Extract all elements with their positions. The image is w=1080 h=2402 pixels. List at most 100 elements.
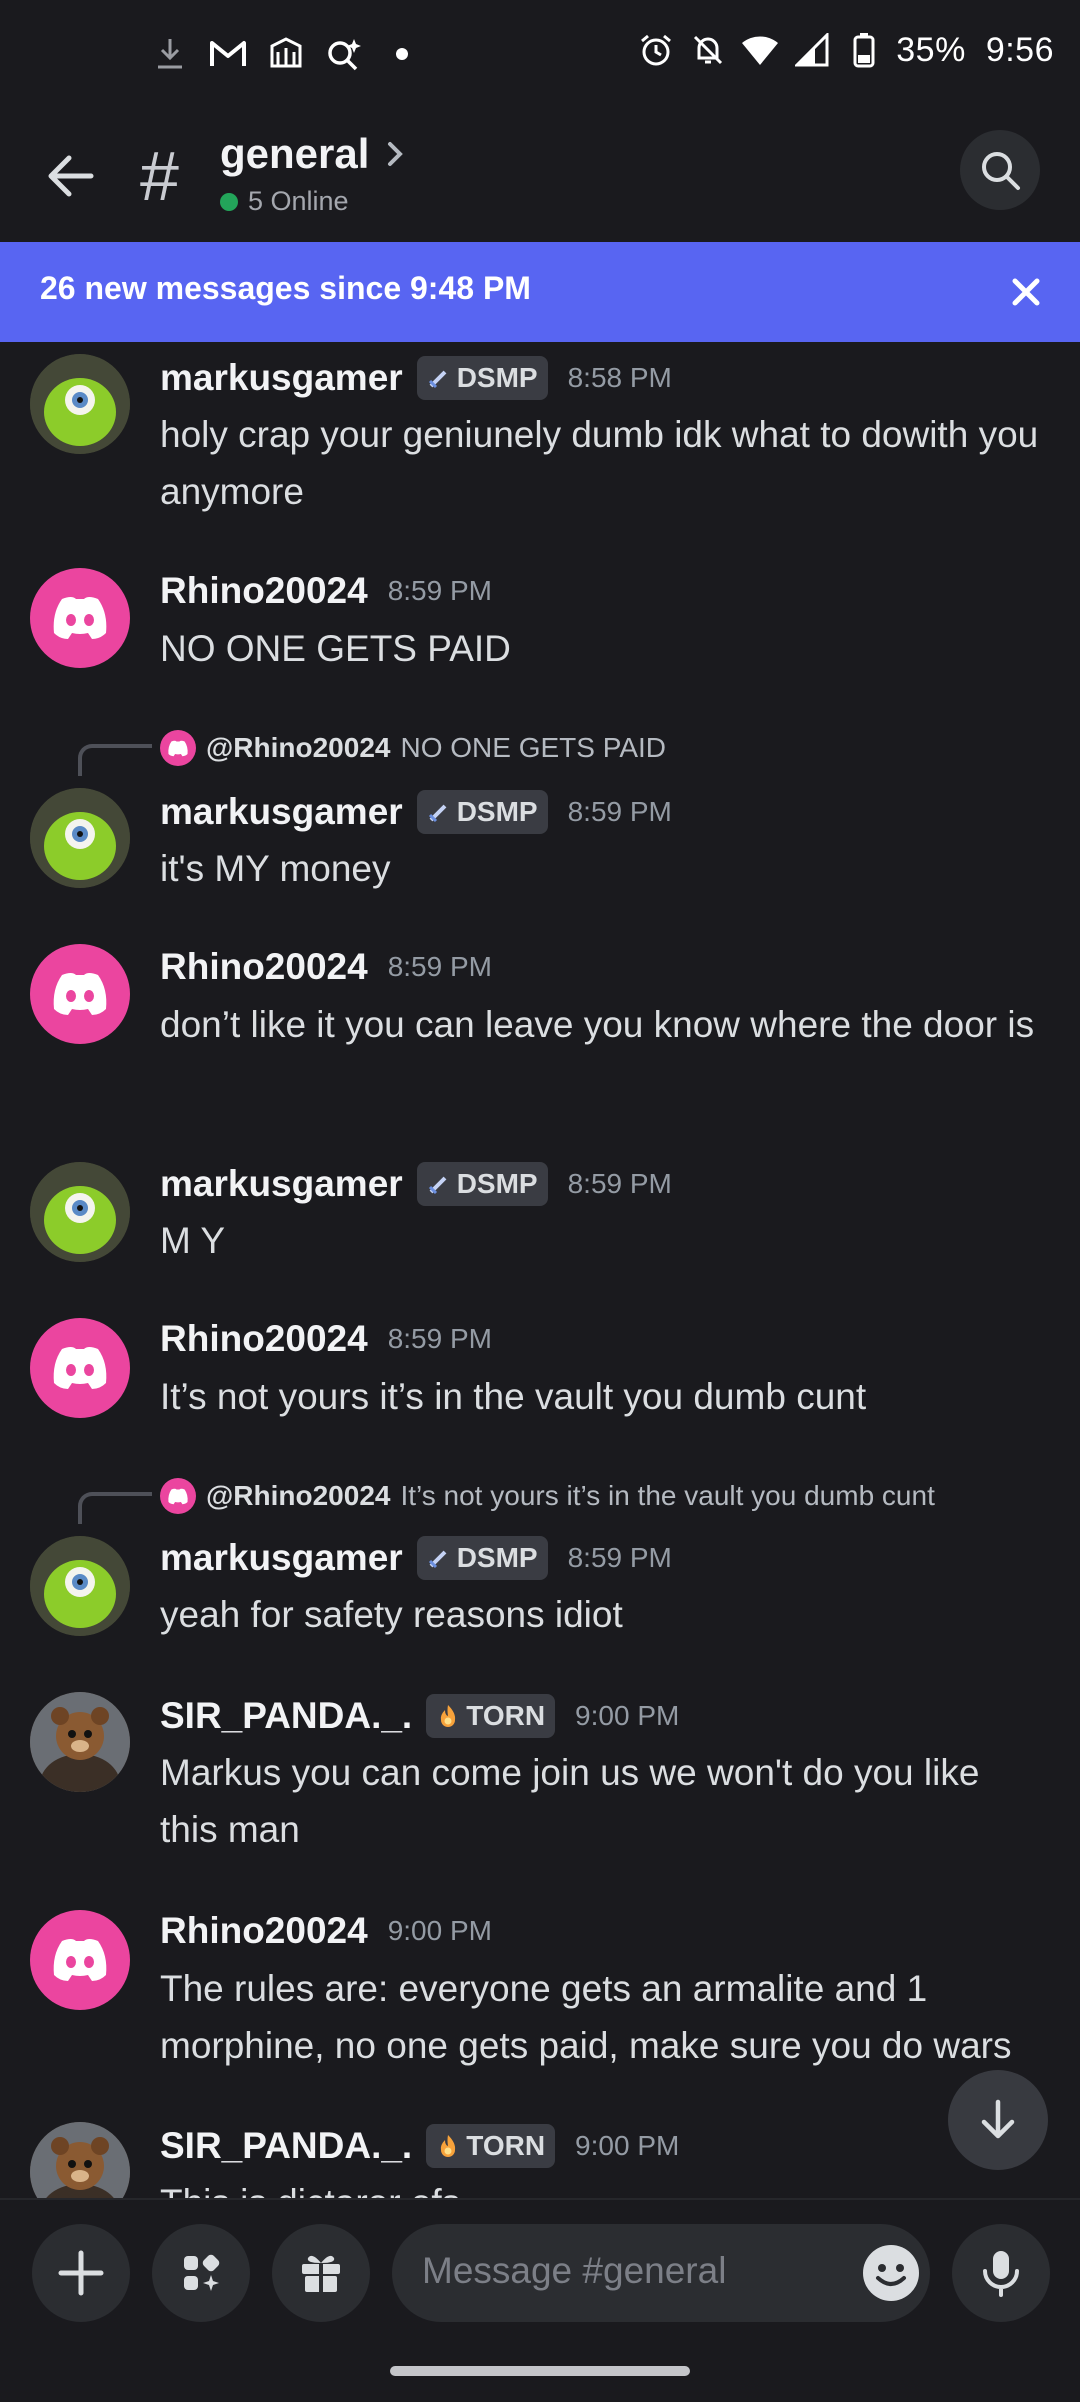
discord-logo-icon [53, 1347, 107, 1389]
arrow-down-icon [981, 2099, 1015, 2139]
avatar[interactable] [30, 2122, 130, 2198]
server-tag[interactable]: DSMP [416, 1162, 548, 1206]
reply-snippet: It’s not yours it’s in the vault you dum… [400, 1480, 935, 1511]
search-icon [982, 152, 1020, 190]
mute-icon [688, 30, 728, 70]
author-name[interactable]: SIR_PANDA._. [160, 2125, 412, 2167]
app-notification-icon [266, 34, 306, 74]
close-icon [1012, 278, 1040, 306]
reply-author[interactable]: @Rhino20024 [206, 732, 390, 764]
reply-reference[interactable]: @Rhino20024 It’s not yours it’s in the v… [160, 1478, 935, 1514]
server-tag[interactable]: TORN [426, 2124, 556, 2168]
message-content: It’s not yours it’s in the vault you dum… [160, 1376, 867, 1417]
more-dot-icon [382, 34, 422, 74]
avatar[interactable] [30, 1162, 130, 1262]
message-content: This is dictaror ofs [160, 2174, 1040, 2198]
message-header: SIR_PANDA._. TORN 9:00 PM [160, 2124, 679, 2168]
battery-icon [844, 30, 884, 70]
reply-author[interactable]: @Rhino20024 [206, 1480, 390, 1512]
reply-avatar [160, 1478, 196, 1514]
message-header: Rhino20024 9:00 PM [160, 1910, 492, 1952]
jump-to-latest-button[interactable] [948, 2070, 1048, 2170]
timestamp: 9:00 PM [387, 1915, 492, 1946]
message-header: markusgamer DSMP 8:59 PM [160, 1162, 672, 1206]
server-tag[interactable]: DSMP [416, 790, 548, 834]
emoji-button[interactable] [854, 2236, 928, 2310]
apps-icon [184, 2254, 220, 2291]
reply-reference[interactable]: @Rhino20024 NO ONE GETS PAID [160, 730, 666, 766]
notification-icons [150, 34, 422, 74]
back-button[interactable] [40, 146, 100, 206]
search-button[interactable] [960, 130, 1040, 210]
discord-logo-icon [53, 973, 107, 1015]
emoji-icon [863, 2245, 919, 2301]
close-banner-button[interactable] [1006, 272, 1046, 312]
avatar[interactable] [30, 1692, 130, 1792]
online-count: 5 Online [248, 186, 349, 216]
gift-button[interactable] [272, 2224, 370, 2322]
message-header: markusgamer DSMP 8:58 PM [160, 356, 672, 400]
server-tag-label: TORN [466, 1700, 546, 1731]
author-name[interactable]: markusgamer [160, 791, 403, 833]
avatar[interactable] [30, 1318, 130, 1418]
apps-button[interactable] [152, 2224, 250, 2322]
author-name[interactable]: markusgamer [160, 1163, 403, 1205]
message-header: Rhino20024 8:59 PM [160, 570, 492, 612]
server-tag-label: TORN [466, 2130, 546, 2161]
new-messages-banner[interactable]: 26 new messages since 9:48 PM [0, 242, 1080, 342]
discord-logo-icon [53, 1939, 107, 1981]
home-indicator[interactable] [390, 2366, 690, 2376]
channel-title[interactable]: general [220, 130, 369, 178]
sword-icon [428, 1550, 447, 1569]
message-input[interactable]: Message #general [392, 2224, 930, 2322]
online-dot-icon [220, 192, 238, 211]
timestamp: 8:59 PM [567, 1168, 672, 1199]
fire-icon [441, 2135, 456, 2157]
author-name[interactable]: markusgamer [160, 357, 403, 399]
fire-icon [441, 1705, 456, 1727]
alarm-icon [636, 30, 676, 70]
server-tag[interactable]: TORN [426, 1694, 556, 1738]
discord-logo-icon [168, 1488, 188, 1504]
timestamp: 8:59 PM [387, 575, 492, 606]
timestamp: 8:58 PM [567, 362, 672, 393]
author-name[interactable]: SIR_PANDA._. [160, 1695, 412, 1737]
server-tag[interactable]: DSMP [416, 1536, 548, 1580]
avatar[interactable] [30, 568, 130, 668]
discord-logo-icon [53, 597, 107, 639]
server-tag[interactable]: DSMP [416, 356, 548, 400]
lens-icon [324, 34, 364, 74]
reply-avatar [160, 730, 196, 766]
timestamp: 8:59 PM [387, 1323, 492, 1354]
gift-icon [302, 2255, 340, 2294]
avatar[interactable] [30, 1536, 130, 1636]
message-list[interactable]: markusgamer DSMP 8:58 PM holy crap your … [0, 342, 1080, 2198]
author-name[interactable]: markusgamer [160, 1537, 403, 1579]
channel-header: # general 5 Online [0, 116, 1080, 242]
timestamp: 9:00 PM [575, 1700, 680, 1731]
chevron-right-icon[interactable] [380, 134, 410, 174]
system-icons: 35% 9:56 [636, 30, 1054, 70]
clock: 9:56 [985, 30, 1054, 69]
author-name[interactable]: Rhino20024 [160, 570, 368, 612]
online-status: 5 Online [220, 186, 349, 217]
message-content: NO ONE GETS PAID [160, 628, 511, 669]
add-attachment-button[interactable] [32, 2224, 130, 2322]
voice-message-button[interactable] [952, 2224, 1050, 2322]
sword-icon [428, 1176, 447, 1195]
author-name[interactable]: Rhino20024 [160, 946, 368, 988]
message-content: yeah for safety reasons idiot [160, 1594, 623, 1635]
avatar[interactable] [30, 1910, 130, 2010]
message-header: markusgamer DSMP 8:59 PM [160, 790, 672, 834]
server-tag-label: DSMP [456, 796, 538, 827]
server-tag-label: DSMP [456, 1168, 538, 1199]
timestamp: 8:59 PM [567, 1542, 672, 1573]
author-name[interactable]: Rhino20024 [160, 1910, 368, 1952]
avatar[interactable] [30, 944, 130, 1044]
download-icon [150, 34, 190, 74]
avatar[interactable] [30, 788, 130, 888]
battery-percent: 35% [896, 30, 966, 69]
author-name[interactable]: Rhino20024 [160, 1318, 368, 1360]
avatar[interactable] [30, 354, 130, 454]
plus-icon [58, 2250, 104, 2296]
